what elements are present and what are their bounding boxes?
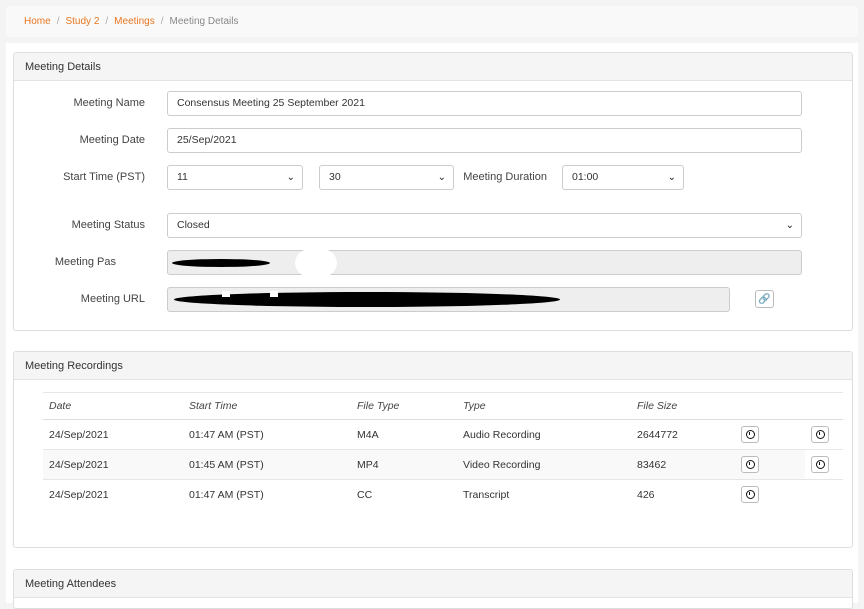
column-header-date: Date bbox=[43, 392, 183, 420]
meeting-url-label: Meeting URL bbox=[80, 293, 145, 305]
power-icon bbox=[815, 430, 825, 439]
redaction-cover bbox=[210, 215, 242, 222]
meeting-name-row: Meeting Name Consensus Meeting 25 Septem… bbox=[14, 91, 852, 116]
breadcrumb-current: Meeting Details bbox=[169, 16, 239, 27]
redaction-cover bbox=[270, 291, 278, 297]
cell-type: Transcript bbox=[463, 488, 510, 501]
meeting-recordings-heading: Meeting Recordings bbox=[14, 352, 852, 380]
column-header-file-size: File Size bbox=[631, 392, 735, 420]
start-minute-select[interactable]: 30 ⌄ bbox=[319, 165, 454, 190]
power-icon bbox=[745, 490, 755, 499]
column-header-file-type: File Type bbox=[351, 392, 457, 420]
start-hour-value: 11 bbox=[177, 171, 188, 183]
link-icon: 🔗 bbox=[758, 293, 771, 305]
cell-file-type: MP4 bbox=[351, 449, 457, 480]
cell-action bbox=[805, 419, 843, 450]
cell-download bbox=[735, 480, 805, 510]
power-icon bbox=[745, 430, 755, 439]
redaction-mark bbox=[174, 292, 560, 307]
meeting-duration-value: 01:00 bbox=[572, 171, 599, 183]
table-row: 24/Sep/2021 01:47 AM (PST) M4A Audio Rec… bbox=[43, 419, 843, 450]
meeting-date-input[interactable]: 25/Sep/2021 bbox=[167, 128, 802, 153]
download-button[interactable] bbox=[741, 426, 759, 443]
breadcrumb-meetings-link[interactable]: Meetings bbox=[114, 16, 155, 27]
cell-file-size: 83462 bbox=[631, 449, 735, 480]
redaction-cover bbox=[295, 247, 337, 279]
start-time-row: Start Time (PST) 11 ⌄ 30 ⌄ Meeting Durat… bbox=[14, 165, 852, 190]
chevron-down-icon: ⌄ bbox=[785, 220, 794, 231]
cell-file-size: 426 bbox=[637, 488, 655, 501]
cell-action bbox=[805, 449, 843, 480]
chevron-down-icon: ⌄ bbox=[437, 172, 446, 183]
table-row: 24/Sep/2021 01:45 AM (PST) MP4 Video Rec… bbox=[43, 449, 843, 480]
meeting-status-row: Meeting Status Closed ⌄ bbox=[14, 213, 852, 238]
power-icon bbox=[745, 460, 755, 469]
cell-start-time: 01:47 AM (PST) bbox=[183, 419, 351, 450]
cell-type: Audio Recording bbox=[457, 419, 631, 450]
recordings-table: Date Start Time File Type Type File Size… bbox=[43, 392, 843, 509]
meeting-status-value: Closed bbox=[177, 219, 210, 231]
start-minute-value: 30 bbox=[329, 171, 341, 183]
cell-download bbox=[735, 449, 805, 480]
cell-type: Video Recording bbox=[457, 449, 631, 480]
cell-date: 24/Sep/2021 bbox=[43, 419, 183, 450]
download-button[interactable] bbox=[741, 486, 759, 503]
download-button[interactable] bbox=[741, 456, 759, 473]
cell-date: 24/Sep/2021 bbox=[49, 488, 109, 501]
column-header-action bbox=[805, 392, 843, 420]
breadcrumb-separator: / bbox=[105, 16, 109, 27]
chevron-down-icon: ⌄ bbox=[286, 172, 295, 183]
meeting-password-row: Meeting Pas bbox=[14, 247, 852, 279]
cell-file-type: CC bbox=[357, 488, 373, 501]
action-button[interactable] bbox=[811, 456, 829, 473]
breadcrumb-separator: / bbox=[56, 16, 60, 27]
cell-file-size: 2644772 bbox=[631, 419, 735, 450]
breadcrumb-separator: / bbox=[160, 16, 164, 27]
table-row: 24/Sep/2021 01:47 AM (PST) CC Transcript… bbox=[43, 480, 843, 510]
cell-file-type: M4A bbox=[351, 419, 457, 450]
copy-url-button[interactable]: 🔗 bbox=[755, 290, 774, 308]
start-time-label: Start Time (PST) bbox=[63, 171, 145, 183]
column-header-type: Type bbox=[457, 392, 631, 420]
meeting-recordings-panel: Meeting Recordings Date Start Time File … bbox=[13, 351, 853, 548]
meeting-url-row: Meeting URL 🔗 bbox=[14, 287, 852, 312]
redaction-cover bbox=[204, 169, 248, 189]
cell-action bbox=[805, 480, 843, 510]
recordings-header-row: Date Start Time File Type Type File Size bbox=[43, 392, 843, 420]
cell-download bbox=[735, 419, 805, 450]
main-content: Meeting Details Meeting Name Consensus M… bbox=[6, 43, 858, 609]
breadcrumb-home-link[interactable]: Home bbox=[24, 16, 51, 27]
meeting-details-heading: Meeting Details bbox=[14, 53, 852, 81]
meeting-date-label: Meeting Date bbox=[79, 134, 145, 146]
cell-start-time: 01:45 AM (PST) bbox=[183, 449, 351, 480]
meeting-date-row: Meeting Date 25/Sep/2021 bbox=[14, 128, 852, 153]
redaction-cover bbox=[222, 291, 230, 297]
breadcrumb: Home / Study 2 / Meetings / Meeting Deta… bbox=[6, 6, 858, 37]
meeting-name-input[interactable]: Consensus Meeting 25 September 2021 bbox=[167, 91, 802, 116]
chevron-down-icon: ⌄ bbox=[667, 172, 676, 183]
redaction-mark bbox=[172, 259, 270, 267]
column-header-download bbox=[735, 392, 805, 420]
meeting-duration-label: Meeting Duration bbox=[463, 171, 547, 183]
column-header-start-time: Start Time bbox=[183, 392, 351, 420]
meeting-details-panel: Meeting Details Meeting Name Consensus M… bbox=[13, 52, 853, 331]
meeting-password-label: Meeting Pas bbox=[54, 256, 116, 268]
meeting-status-select[interactable]: Closed ⌄ bbox=[167, 213, 802, 238]
power-icon bbox=[815, 460, 825, 469]
cell-date: 24/Sep/2021 bbox=[43, 449, 183, 480]
cell-start-time: 01:47 AM (PST) bbox=[189, 488, 264, 501]
action-button[interactable] bbox=[811, 426, 829, 443]
meeting-duration-select[interactable]: 01:00 ⌄ bbox=[562, 165, 684, 190]
meeting-attendees-heading: Meeting Attendees bbox=[14, 570, 852, 598]
meeting-status-label: Meeting Status bbox=[71, 219, 145, 231]
meeting-name-label: Meeting Name bbox=[73, 97, 145, 109]
meeting-attendees-panel: Meeting Attendees bbox=[13, 569, 853, 609]
breadcrumb-study-link[interactable]: Study 2 bbox=[65, 16, 99, 27]
